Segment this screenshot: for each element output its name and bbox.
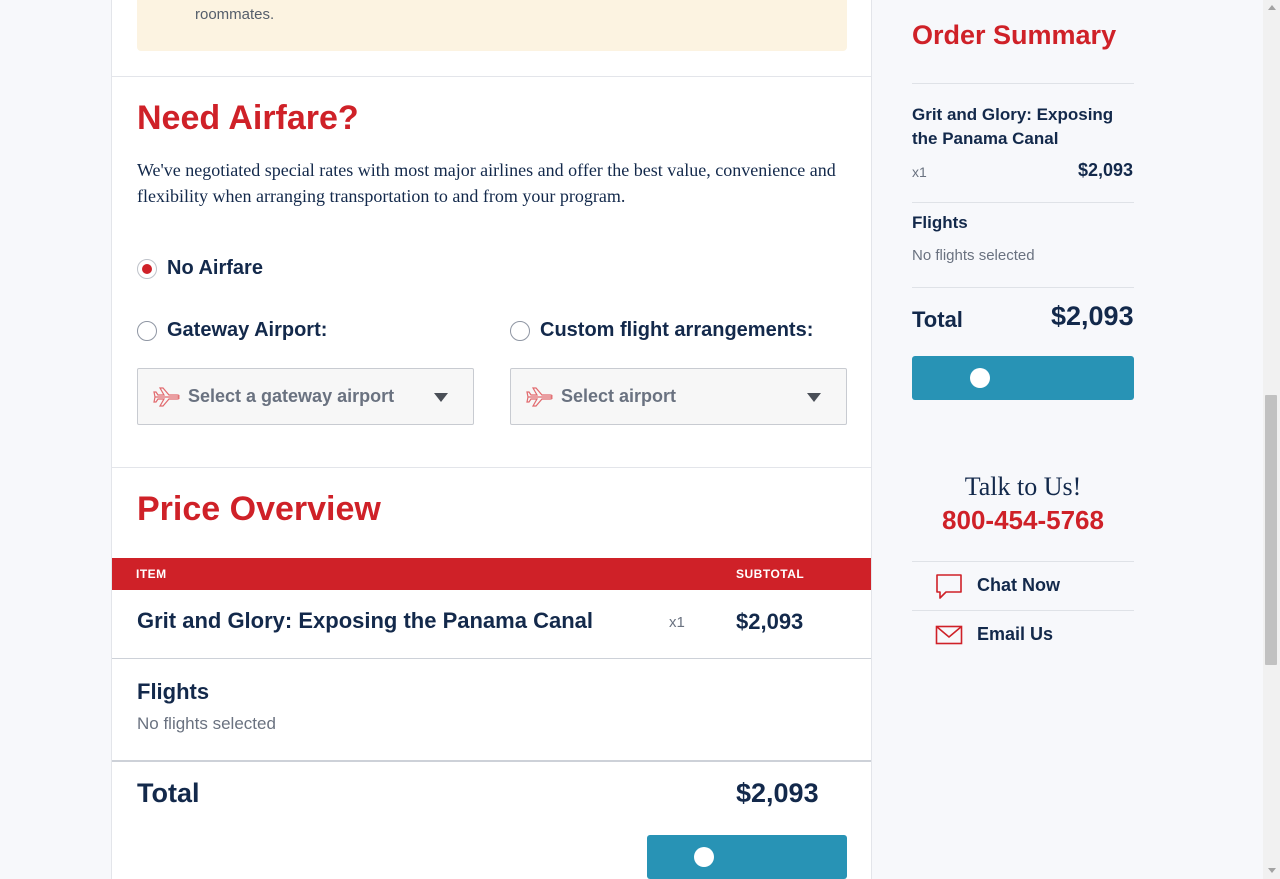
radio-label: No Airfare: [167, 257, 263, 279]
price-overview-title: Price Overview: [137, 490, 381, 528]
summary-divider: [912, 202, 1134, 203]
airfare-intro: We've negotiated special rates with most…: [137, 160, 836, 206]
custom-airport-select[interactable]: Select airport: [510, 368, 847, 425]
scroll-up-arrow-icon[interactable]: [1268, 5, 1276, 10]
select-placeholder: Select airport: [561, 386, 677, 406]
total-divider: [112, 760, 871, 762]
radio-no-airfare[interactable]: No Airfare: [137, 257, 263, 280]
chat-bubble-icon: [936, 573, 962, 599]
email-us-button[interactable]: Email Us: [912, 610, 1134, 659]
summary-total-value: $2,093: [1051, 301, 1134, 331]
column-header-item: ITEM: [136, 567, 167, 581]
airfare-title: Need Airfare?: [137, 99, 359, 137]
loading-spinner-icon: [970, 368, 990, 388]
summary-item-price: $2,093: [1078, 160, 1134, 180]
section-divider: [112, 76, 871, 77]
notice-text: roommates.: [195, 6, 275, 23]
chat-now-button[interactable]: Chat Now: [912, 561, 1134, 610]
email-us-label: Email Us: [977, 624, 1054, 644]
talk-to-us-heading: Talk to Us!: [964, 472, 1082, 501]
radio-label: Custom flight arrangements:: [540, 319, 814, 341]
select-placeholder: Select a gateway airport: [188, 386, 395, 406]
radio-custom-flight[interactable]: Custom flight arrangements:: [510, 319, 813, 342]
radio-gateway-airport[interactable]: Gateway Airport:: [137, 319, 327, 342]
loading-spinner-icon: [694, 847, 714, 867]
item-subtotal: $2,093: [736, 609, 804, 634]
row-divider: [112, 658, 871, 659]
gateway-airport-select[interactable]: Select a gateway airport: [137, 368, 474, 425]
summary-flights-status: No flights selected: [912, 247, 1035, 264]
order-summary-title: Order Summary: [912, 20, 1117, 50]
summary-divider: [912, 287, 1134, 288]
chat-now-label: Chat Now: [977, 575, 1060, 595]
scrollbar-thumb[interactable]: [1265, 395, 1277, 665]
chevron-down-icon: [807, 393, 821, 402]
continue-button[interactable]: [647, 835, 847, 879]
page-scrollbar[interactable]: [1263, 0, 1280, 879]
column-header-subtotal: SUBTOTAL: [736, 567, 805, 581]
flights-heading: Flights: [137, 679, 210, 704]
summary-flights-heading: Flights: [912, 213, 968, 232]
main-content: roommates. Need Airfare? We've negotiate…: [111, 0, 872, 879]
total-label: Total: [137, 778, 200, 808]
chevron-down-icon: [434, 393, 448, 402]
summary-total-label: Total: [912, 307, 963, 332]
summary-continue-button[interactable]: [912, 356, 1134, 400]
section-divider: [112, 467, 871, 468]
radio-label: Gateway Airport:: [167, 319, 328, 341]
flights-status: No flights selected: [137, 714, 276, 733]
summary-item-qty: x1: [912, 164, 927, 180]
radio-button[interactable]: [137, 320, 157, 341]
table-header: ITEM SUBTOTAL: [112, 558, 871, 590]
airplane-icon: [153, 386, 180, 407]
item-name: Grit and Glory: Exposing the Panama Cana…: [137, 608, 593, 633]
radio-button[interactable]: [510, 320, 530, 341]
radio-button[interactable]: [137, 258, 157, 279]
airplane-icon: [526, 386, 553, 407]
summary-item-name: Grit and Glory: Exposing the Panama Cana…: [912, 105, 1114, 148]
total-value: $2,093: [736, 778, 819, 808]
summary-divider: [912, 83, 1134, 84]
notice-box: roommates.: [137, 0, 847, 51]
envelope-icon: [935, 625, 963, 644]
phone-link[interactable]: 800-454-5768: [912, 505, 1134, 536]
item-qty: x1: [669, 614, 685, 631]
scroll-down-arrow-icon[interactable]: [1268, 868, 1276, 873]
